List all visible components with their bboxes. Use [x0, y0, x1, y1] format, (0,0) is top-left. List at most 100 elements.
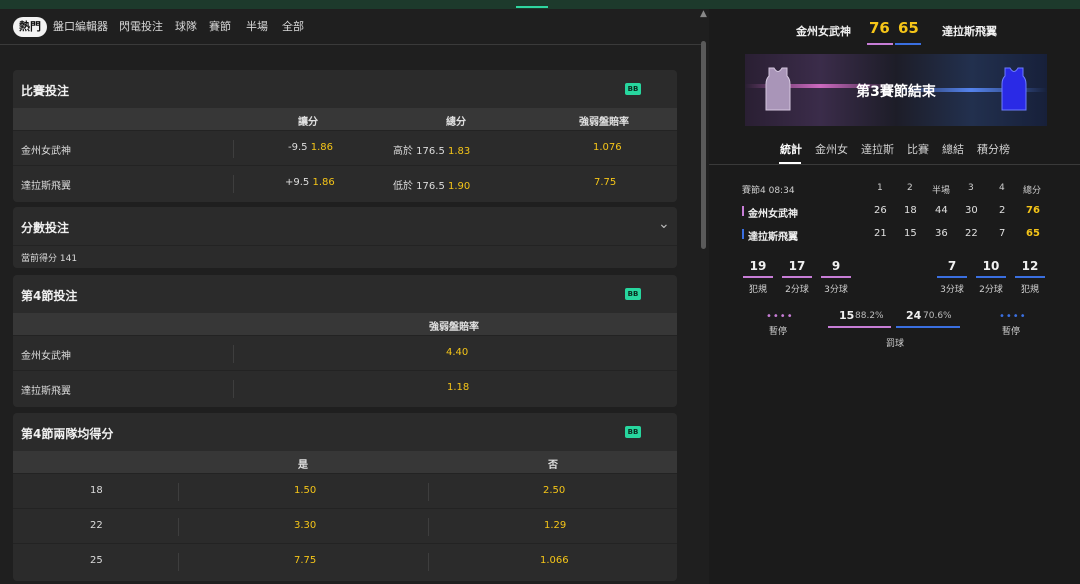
card-title: 比賽投注	[21, 84, 70, 98]
stat-value: 9	[831, 259, 841, 273]
table-row: 22 3.30 1.29	[13, 508, 677, 543]
away-q3: 22	[965, 228, 978, 239]
home-team-name: 金州女武神	[796, 25, 851, 38]
away-total: 65	[1026, 228, 1040, 239]
current-score: 當前得分 141	[21, 254, 78, 264]
moneyline-odds[interactable]: 1.18	[447, 382, 469, 393]
home-2pt-stat: 17 2分球	[780, 259, 814, 295]
yes-odds[interactable]: 1.50	[294, 485, 316, 496]
yes-odds[interactable]: 7.75	[294, 555, 316, 566]
scrollbar-thumb[interactable]	[701, 41, 706, 249]
tab-team[interactable]: 球隊	[175, 17, 197, 37]
status-banner: 第3賽節結束	[745, 54, 1047, 126]
no-odds[interactable]: 2.50	[543, 485, 565, 496]
no-odds[interactable]: 1.29	[544, 520, 566, 531]
tab-flash-bet[interactable]: 閃電投注	[119, 17, 163, 37]
handicap-odds[interactable]: +9.5 1.86	[285, 177, 335, 188]
no-odds[interactable]: 1.066	[540, 555, 569, 566]
odds-value: 1.86	[310, 142, 333, 153]
away-timeout-label: 暫停	[1002, 327, 1021, 337]
away-half: 36	[935, 228, 948, 239]
tab-stats[interactable]: 統計	[780, 141, 802, 157]
bet-builder-icon[interactable]: BB	[625, 426, 641, 438]
yes-odds[interactable]: 3.30	[294, 520, 316, 531]
tab-away-team[interactable]: 達拉斯	[861, 141, 894, 157]
away-2pt-stat: 10 2分球	[974, 259, 1008, 295]
ft-label: 罰球	[886, 339, 905, 349]
home-ft-pct: 88.2%	[855, 311, 884, 321]
header-handicap: 讓分	[298, 117, 318, 128]
stat-tabs: 統計 金州女 達拉斯 比賽 總結 積分榜	[709, 137, 1080, 165]
tab-quarter[interactable]: 賽節	[209, 17, 231, 37]
scroll-up-icon[interactable]: ▲	[700, 9, 707, 19]
stat-bar	[976, 276, 1006, 278]
tab-half[interactable]: 半場	[246, 17, 268, 37]
card-header[interactable]: 第4節投注 BB	[13, 275, 677, 313]
team-name: 達拉斯飛翼	[21, 181, 71, 192]
period-label: 賽節4 08:34	[742, 183, 795, 196]
match-status: 第3賽節結束	[856, 84, 936, 100]
home-q4: 2	[999, 205, 1006, 216]
handicap-line: -9.5	[288, 142, 308, 153]
tab-market-editor[interactable]: 盤口編輯器	[53, 17, 108, 37]
tab-home-team[interactable]: 金州女	[815, 141, 848, 157]
active-tab-indicator	[779, 162, 801, 164]
betting-panel: 熱門 盤口編輯器 閃電投注 球隊 賽節 半場 全部 比賽投注 BB 讓分 總分 …	[0, 9, 705, 584]
away-team-name: 達拉斯飛翼	[942, 25, 997, 38]
divider	[233, 175, 234, 193]
away-team-name: 達拉斯飛翼	[748, 232, 798, 243]
stat-value: 12	[1021, 259, 1039, 273]
tab-summary[interactable]: 總結	[942, 141, 964, 157]
card-header[interactable]: 第4節兩隊均得分 BB	[13, 413, 677, 451]
handicap-odds[interactable]: -9.5 1.86	[288, 142, 333, 153]
away-ft-made: 24	[906, 309, 922, 322]
stat-label: 2分球	[979, 285, 1003, 295]
home-ft-made: 15	[839, 309, 855, 322]
card-title: 分數投注	[21, 221, 70, 235]
header-moneyline: 強弱盤賠率	[429, 322, 479, 333]
market-tabs: 熱門 盤口編輯器 閃電投注 球隊 賽節 半場 全部	[0, 9, 705, 45]
table-row: 18 1.50 2.50	[13, 473, 677, 508]
table-row: 達拉斯飛翼 +9.5 1.86 低於 176.5 1.90 7.75	[13, 165, 677, 200]
home-half: 44	[935, 205, 948, 216]
away-color-marker	[742, 229, 744, 239]
tab-standings[interactable]: 積分榜	[977, 141, 1010, 157]
header-yes: 是	[298, 460, 308, 471]
total-odds[interactable]: 高於 176.5 1.83	[393, 142, 470, 157]
col-half: 半場	[932, 186, 951, 196]
stat-label: 3分球	[824, 285, 848, 295]
line-value: 25	[90, 555, 103, 566]
stat-value: 19	[749, 259, 767, 273]
card-header[interactable]: 分數投注 ⌄	[13, 207, 677, 245]
home-score: 76	[869, 19, 890, 37]
bet-builder-icon[interactable]: BB	[625, 288, 641, 300]
home-total: 76	[1026, 205, 1040, 216]
home-q3: 30	[965, 205, 978, 216]
table-header: 讓分 總分 強弱盤賠率	[13, 108, 677, 130]
top-bar	[0, 0, 1080, 9]
tab-hot[interactable]: 熱門	[13, 17, 47, 37]
total-line: 低於 176.5	[393, 181, 445, 192]
card-header[interactable]: 比賽投注 BB	[13, 70, 677, 108]
moneyline-odds[interactable]: 1.076	[593, 142, 622, 153]
total-odds[interactable]: 低於 176.5 1.90	[393, 177, 470, 192]
table-row: 金州女武神 -9.5 1.86 高於 176.5 1.83 1.076	[13, 130, 677, 165]
moneyline-odds[interactable]: 7.75	[594, 177, 616, 188]
home-color-bar	[867, 43, 893, 45]
total-line: 高於 176.5	[393, 146, 445, 157]
chevron-down-icon[interactable]: ⌄	[658, 216, 670, 232]
scrollbar[interactable]: ▲	[700, 9, 708, 584]
tab-all[interactable]: 全部	[282, 17, 304, 37]
col-q2: 2	[907, 183, 913, 193]
home-ft-bar	[828, 326, 891, 328]
moneyline-odds[interactable]: 4.40	[446, 347, 468, 358]
bet-builder-icon[interactable]: BB	[625, 83, 641, 95]
match-bet-card: 比賽投注 BB 讓分 總分 強弱盤賠率 金州女武神 -9.5 1.86 高於 1…	[13, 70, 677, 202]
tab-match[interactable]: 比賽	[907, 141, 929, 157]
away-fouls-stat: 12 犯規	[1013, 259, 1047, 295]
col-q4: 4	[999, 183, 1005, 193]
divider	[233, 380, 234, 398]
home-team-name: 金州女武神	[748, 209, 798, 220]
divider	[428, 483, 429, 501]
home-q1: 26	[874, 205, 887, 216]
